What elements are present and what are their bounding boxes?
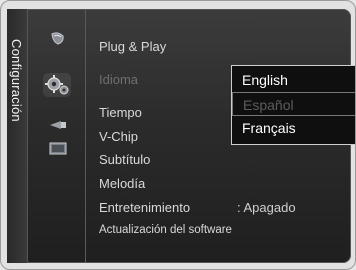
menu-item-melodia[interactable]: Melodía — [99, 176, 145, 191]
picture-icon[interactable] — [49, 31, 67, 47]
entretenimiento-value: : Apagado — [237, 200, 296, 215]
menu-item-tiempo[interactable]: Tiempo — [99, 105, 142, 120]
menu-item-actualizacion-software[interactable]: Actualización del software — [99, 224, 232, 236]
menu-item-idioma[interactable]: Idioma — [99, 72, 138, 87]
menu-item-plug-and-play[interactable]: Plug & Play — [99, 39, 166, 54]
language-option-english[interactable]: English — [232, 68, 355, 92]
menu-item-entretenimiento[interactable]: Entretenimiento — [99, 200, 190, 215]
input-icon[interactable] — [49, 117, 67, 133]
language-option-espanol: Español — [232, 92, 355, 116]
tv-menu-frame: Configuración Plug & Play Idioma Tiempo … — [0, 0, 356, 270]
menu-item-subtitulo[interactable]: Subtítulo — [99, 152, 150, 167]
language-dropdown[interactable]: English Español Français — [231, 65, 355, 145]
language-option-francais[interactable]: Français — [232, 116, 355, 140]
category-icon-list — [27, 9, 86, 263]
setup-icon[interactable] — [43, 73, 71, 97]
category-title: Configuración — [9, 39, 24, 122]
application-icon[interactable] — [49, 141, 67, 157]
menu-item-v-chip[interactable]: V-Chip — [99, 129, 138, 144]
category-tab: Configuración — [7, 9, 28, 263]
